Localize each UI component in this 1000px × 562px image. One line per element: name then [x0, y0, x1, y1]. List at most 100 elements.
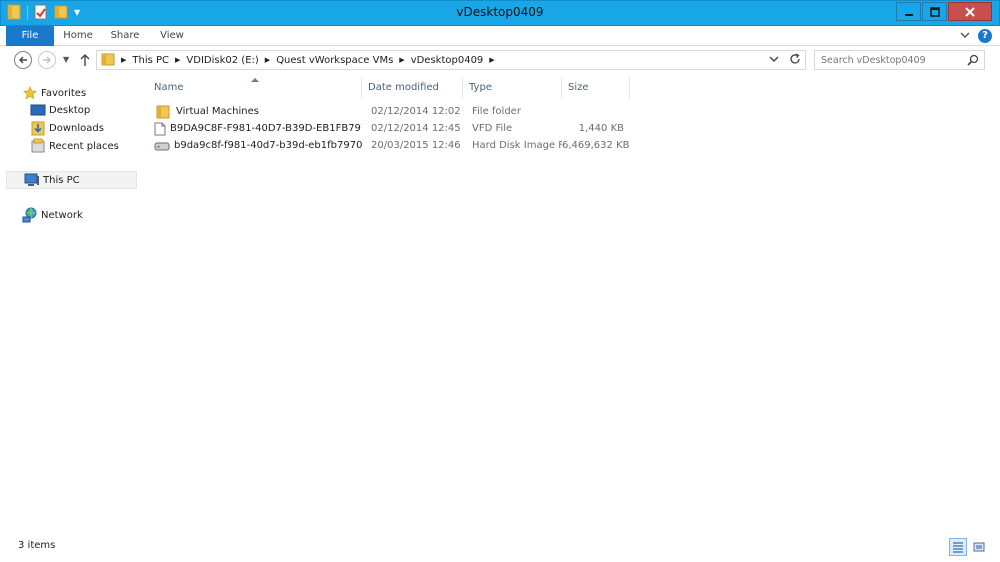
file-row[interactable]: Virtual Machines 02/12/2014 12:02 File f… [148, 103, 630, 120]
view-switcher [949, 538, 988, 556]
file-name-cell: Virtual Machines [148, 103, 362, 120]
up-arrow-icon [80, 54, 90, 66]
star-icon [22, 85, 38, 101]
computer-icon [24, 172, 40, 188]
large-icons-view-button[interactable] [970, 538, 988, 556]
tab-share[interactable]: Share [104, 26, 146, 46]
file-type: Hard Disk Image F... [472, 140, 562, 151]
details-view-button[interactable] [949, 538, 967, 556]
refresh-icon[interactable] [789, 53, 801, 68]
quick-access-toolbar: ▼ [7, 4, 80, 23]
file-name-cell: b9da9c8f-f981-40d7-b39d-eb1fb79702ce [148, 137, 362, 154]
file-list-view: Name Date modified Type Size Virtual Mac… [140, 75, 1000, 533]
large-icons-view-icon [973, 542, 985, 552]
search-box [814, 50, 985, 70]
forward-arrow-icon [43, 56, 51, 64]
maximize-icon [929, 6, 940, 17]
breadcrumb-separator-icon[interactable]: ▶ [399, 56, 404, 64]
address-bar[interactable]: ▶ This PC ▶ VDIDisk02 (E:) ▶ Quest vWork… [96, 50, 806, 70]
new-folder-icon[interactable] [54, 4, 68, 23]
navigation-bar: ▼ ▶ This PC ▶ VDIDisk02 (E:) ▶ Quest vWo… [0, 46, 1000, 75]
nav-item-label: Favorites [41, 87, 87, 99]
recent-locations-dropdown-icon[interactable]: ▼ [63, 55, 69, 64]
breadcrumb-separator-icon[interactable]: ▶ [265, 56, 270, 64]
file-size: 1,440 KB [578, 123, 624, 134]
column-header-label: Type [469, 82, 492, 93]
column-header-name[interactable]: Name [148, 77, 362, 99]
file-size: 6,469,632 KB [562, 140, 630, 151]
breadcrumb-separator-icon[interactable]: ▶ [175, 56, 180, 64]
file-name: Virtual Machines [176, 106, 259, 117]
file-date: 02/12/2014 12:02 [371, 106, 461, 117]
file-date: 02/12/2014 12:45 [371, 123, 461, 134]
downloads-icon [30, 120, 46, 136]
search-icon[interactable] [967, 54, 979, 69]
nav-item-label: Desktop [49, 104, 91, 116]
up-button[interactable] [78, 52, 92, 68]
network-icon [22, 207, 38, 223]
column-header-type[interactable]: Type [463, 77, 562, 99]
recent-places-icon [30, 138, 46, 154]
maximize-button[interactable] [922, 2, 947, 21]
tab-home[interactable]: Home [58, 26, 98, 46]
address-bar-controls [769, 53, 801, 68]
close-icon [965, 6, 975, 17]
properties-icon[interactable] [34, 4, 48, 23]
nav-item-label: Network [41, 209, 83, 221]
column-header-date-modified[interactable]: Date modified [362, 77, 463, 99]
breadcrumb-quest-vworkspace-vms[interactable]: Quest vWorkspace VMs [276, 55, 393, 66]
close-button[interactable] [948, 2, 992, 21]
nav-item-desktop[interactable]: Desktop [30, 101, 90, 119]
nav-item-network[interactable]: Network [22, 206, 83, 224]
file-name: b9da9c8f-f981-40d7-b39d-eb1fb79702ce [174, 140, 362, 151]
column-header-label: Date modified [368, 82, 439, 93]
breadcrumb-vdesktop0409[interactable]: vDesktop0409 [411, 55, 484, 66]
folder-location-icon [101, 52, 115, 69]
file-row[interactable]: b9da9c8f-f981-40d7-b39d-eb1fb79702ce 20/… [148, 137, 630, 154]
address-history-dropdown-icon[interactable] [769, 55, 779, 66]
item-count: 3 items [18, 540, 56, 551]
file-date: 20/03/2015 12:46 [371, 140, 461, 151]
title-bar: ▼ vDesktop0409 [0, 0, 1000, 26]
document-icon [154, 121, 166, 137]
breadcrumb: ▶ This PC ▶ VDIDisk02 (E:) ▶ Quest vWork… [97, 51, 495, 69]
tab-view[interactable]: View [152, 26, 192, 46]
column-headers: Name Date modified Type Size [148, 77, 630, 99]
breadcrumb-separator-icon[interactable]: ▶ [121, 56, 126, 64]
customize-toolbar-icon[interactable]: ▼ [74, 5, 80, 21]
search-input[interactable] [821, 52, 967, 68]
desktop-icon [30, 102, 46, 118]
nav-item-label: This PC [43, 174, 80, 186]
expand-ribbon-icon[interactable] [960, 31, 970, 42]
nav-item-downloads[interactable]: Downloads [30, 119, 104, 137]
nav-item-label: Recent places [49, 140, 119, 152]
window-title: vDesktop0409 [456, 5, 544, 19]
nav-item-recent-places[interactable]: Recent places [30, 137, 119, 155]
file-type: VFD File [472, 123, 513, 134]
file-size [562, 103, 630, 120]
help-icon[interactable]: ? [978, 29, 992, 43]
folder-app-icon [7, 4, 21, 23]
ribbon-controls: ? [960, 29, 992, 43]
back-arrow-icon [19, 56, 27, 64]
nav-item-label: Downloads [49, 122, 104, 134]
toolbar-separator [27, 6, 28, 20]
nav-item-this-pc[interactable]: This PC [6, 171, 137, 189]
file-name-cell: B9DA9C8F-F981-40D7-B39D-EB1FB79702... [148, 120, 362, 137]
tab-file[interactable]: File [6, 26, 54, 46]
breadcrumb-vdidisk02[interactable]: VDIDisk02 (E:) [186, 55, 258, 66]
back-button[interactable] [14, 51, 32, 69]
nav-item-favorites[interactable]: Favorites [22, 84, 86, 102]
column-header-size[interactable]: Size [562, 77, 630, 99]
caption-buttons [896, 2, 992, 21]
breadcrumb-this-pc[interactable]: This PC [132, 55, 169, 66]
status-bar: 3 items [0, 533, 1000, 562]
breadcrumb-separator-icon[interactable]: ▶ [489, 56, 494, 64]
minimize-button[interactable] [896, 2, 921, 21]
file-type: File folder [472, 106, 521, 117]
forward-button[interactable] [38, 51, 56, 69]
ribbon: File Home Share View ? [0, 26, 1000, 46]
navigation-pane: Favorites Desktop Downloads Recent place… [0, 75, 138, 533]
minimize-icon [904, 13, 913, 16]
file-row[interactable]: B9DA9C8F-F981-40D7-B39D-EB1FB79702... 02… [148, 120, 630, 137]
